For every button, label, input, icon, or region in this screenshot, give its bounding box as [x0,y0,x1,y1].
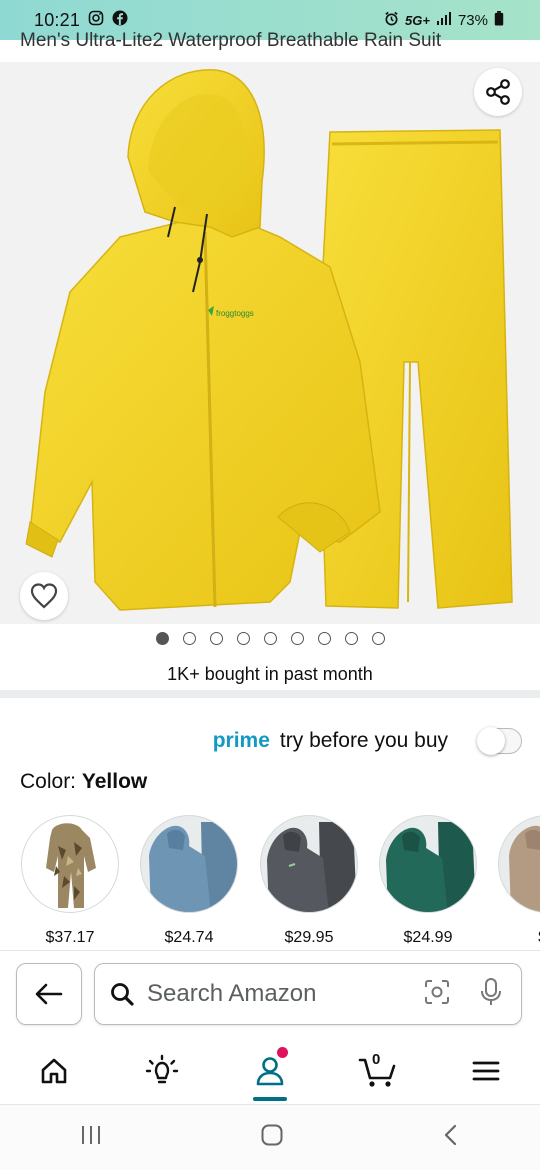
prime-try-before-you-buy: prime try before you buy [0,724,540,758]
carousel-dot[interactable] [236,632,250,645]
bought-past-month: 1K+ bought in past month [167,664,373,684]
prime-try-text: try before you buy [279,729,448,752]
swatch-price: $29.95 [284,929,334,946]
add-to-list-button[interactable] [20,572,68,620]
swatch-image [260,815,358,913]
cart-count: 0 [372,1051,381,1068]
back-arrow-icon [35,983,63,1005]
carousel-dot[interactable] [371,632,385,645]
search-input[interactable]: Search Amazon [94,963,522,1025]
heart-icon [30,583,58,609]
nav-menu[interactable] [456,1043,516,1099]
prime-logo: prime [212,729,270,752]
product-title-strip: Men's Ultra-Lite2 Waterproof Breathable … [0,28,540,62]
carousel-dot[interactable] [209,632,223,645]
toggle-knob [477,727,505,755]
swatch-price: $1 [497,929,540,947]
color-swatches: $37.17 $24.74 $29.95 $24.99 [0,815,540,955]
svg-text:froggtoggs: froggtoggs [216,309,254,318]
swatch-camo[interactable]: $37.17 [20,815,120,947]
rain-suit-illustration: froggtoggs [25,69,513,611]
carousel-dot[interactable] [182,632,196,645]
swatch-price: $37.17 [45,929,95,946]
search-placeholder: Search Amazon [147,980,317,1007]
carousel-dot[interactable] [317,632,331,645]
color-label: Color: [20,770,77,793]
search-bar-area: Search Amazon [0,950,540,1038]
battery-icon [494,10,504,30]
back-button[interactable] [16,963,82,1025]
microphone-icon[interactable] [479,977,503,1012]
camera-search-icon[interactable] [423,978,451,1011]
share-icon [486,79,510,105]
lightbulb-icon [145,1054,179,1084]
home-icon [41,1058,67,1084]
swatch-image [379,815,477,913]
section-divider [0,690,540,698]
product-title: Men's Ultra-Lite2 Waterproof Breathable … [20,30,442,51]
back-system-icon[interactable] [441,1123,461,1152]
nav-inspire[interactable] [132,1043,192,1099]
menu-icon [472,1061,500,1081]
recent-apps-icon[interactable] [79,1124,103,1151]
swatch-image [21,815,119,913]
carousel-dot[interactable] [290,632,304,645]
signal-icon [436,11,452,29]
swatch-tan[interactable]: $1 [497,815,540,947]
swatch-light-blue[interactable]: $24.74 [139,815,239,947]
swatch-price: $24.74 [164,929,214,946]
alarm-icon [384,11,399,30]
color-selection: Color: Yellow [20,770,147,794]
product-image[interactable]: froggtoggs [0,62,540,624]
carousel-dot[interactable] [263,632,277,645]
swatch-image [140,815,238,913]
swatch-price: $24.99 [403,929,453,946]
network-type: 5G+ [405,12,430,28]
system-navigation-bar [0,1104,540,1170]
share-button[interactable] [474,68,522,116]
carousel-dot[interactable] [344,632,358,645]
prime-try-toggle[interactable] [477,727,522,755]
bottom-navigation: 0 [0,1038,540,1104]
battery-level: 73% [457,11,488,29]
nav-cart[interactable]: 0 [348,1043,408,1099]
nav-home[interactable] [24,1043,84,1099]
nav-account[interactable] [240,1043,300,1101]
search-icon [111,983,134,1006]
swatch-forest-green[interactable]: $24.99 [378,815,478,947]
account-icon [256,1057,284,1086]
carousel-dot[interactable] [155,632,169,645]
swatch-image [498,815,540,913]
home-system-icon[interactable] [260,1123,284,1152]
notification-badge [277,1047,288,1058]
swatch-charcoal[interactable]: $29.95 [259,815,359,947]
image-carousel-dots [0,632,540,650]
selected-color: Yellow [81,770,148,793]
